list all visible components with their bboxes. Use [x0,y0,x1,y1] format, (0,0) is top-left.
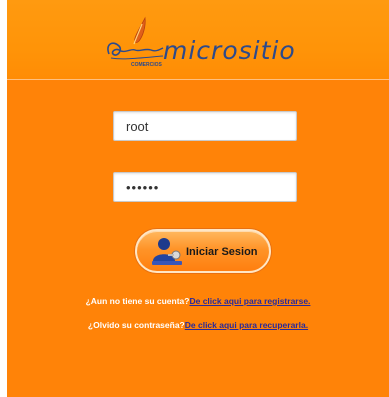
username-field[interactable] [113,111,297,141]
svg-text:COMERCIOS: COMERCIOS [131,62,163,68]
quill-logo-icon: COMERCIOS [107,16,164,68]
user-key-icon [152,238,182,265]
register-row: ¿Aun no tiene su cuenta?De click aqui pa… [7,296,389,306]
recover-row: ¿Olvido su contraseña?De click aqui para… [7,320,389,330]
recover-prompt: ¿Olvido su contraseña? [87,320,185,330]
logo-wordmark: micrositio [163,36,296,65]
password-field[interactable] [113,172,297,202]
micrositio-logo: COMERCIOS micrositio [101,14,301,72]
header-divider [7,79,389,80]
login-button[interactable]: Iniciar Sesion [135,229,271,273]
register-prompt: ¿Aun no tiene su cuenta? [85,296,190,306]
header-bar: COMERCIOS micrositio [7,0,389,80]
recover-password-link[interactable]: De click aqui para recuperarla. [185,320,308,330]
page-frame: COMERCIOS micrositio Iniciar Sesion ¿Aun… [7,0,389,397]
register-link[interactable]: De click aqui para registrarse. [189,296,310,306]
login-button-label: Iniciar Sesion [186,246,258,258]
